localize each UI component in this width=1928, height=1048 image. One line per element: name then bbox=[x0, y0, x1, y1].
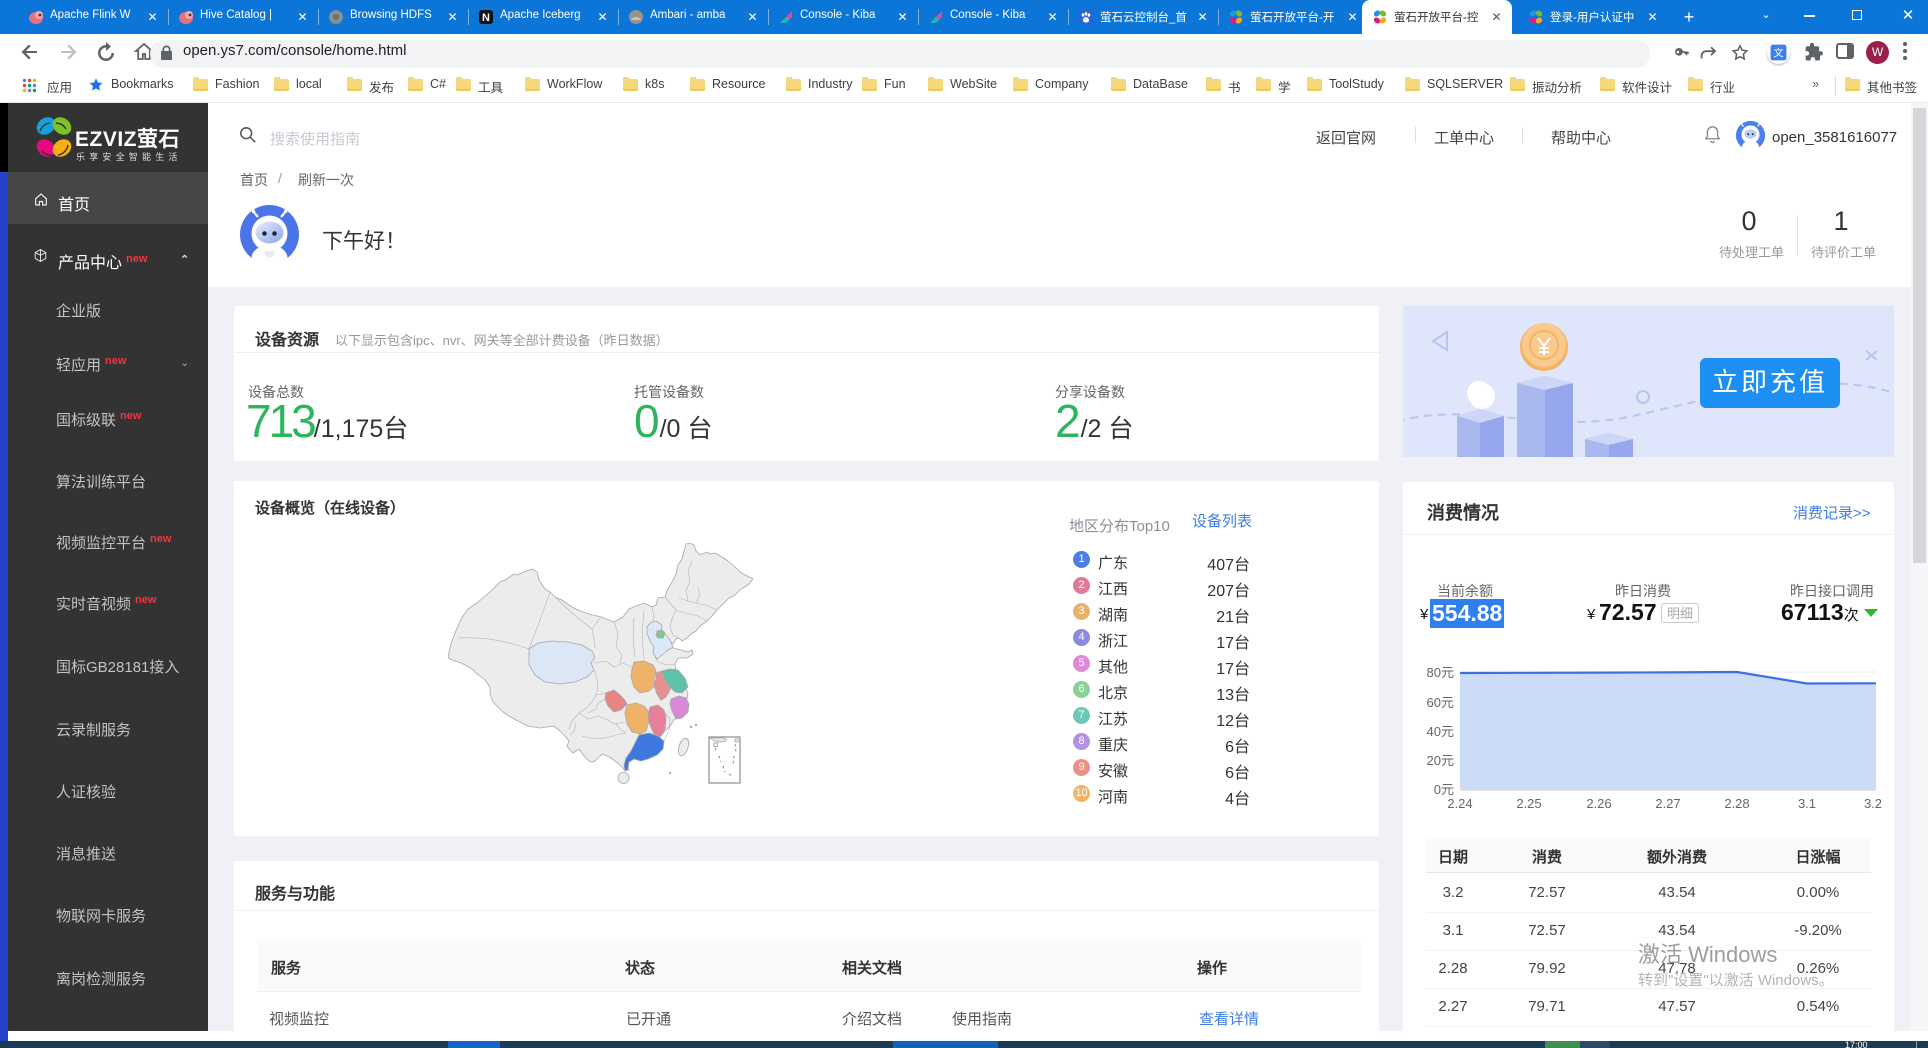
svg-text:80元: 80元 bbox=[1427, 665, 1454, 680]
svg-text:立即充值: 立即充值 bbox=[1712, 367, 1828, 397]
svg-text:2.25: 2.25 bbox=[1516, 796, 1541, 811]
svg-text:2.28: 2.28 bbox=[1724, 796, 1749, 811]
svg-text:N: N bbox=[482, 12, 490, 24]
svg-text:0元: 0元 bbox=[1434, 782, 1454, 797]
svg-text:文: 文 bbox=[1773, 46, 1783, 59]
svg-text:2.27: 2.27 bbox=[1655, 796, 1680, 811]
svg-text:2.24: 2.24 bbox=[1447, 796, 1472, 811]
svg-text:2.26: 2.26 bbox=[1586, 796, 1611, 811]
svg-text:3.2: 3.2 bbox=[1864, 796, 1882, 811]
svg-text:60元: 60元 bbox=[1427, 695, 1454, 710]
svg-text:20元: 20元 bbox=[1427, 753, 1454, 768]
svg-text:40元: 40元 bbox=[1427, 724, 1454, 739]
svg-text:3.1: 3.1 bbox=[1798, 796, 1816, 811]
